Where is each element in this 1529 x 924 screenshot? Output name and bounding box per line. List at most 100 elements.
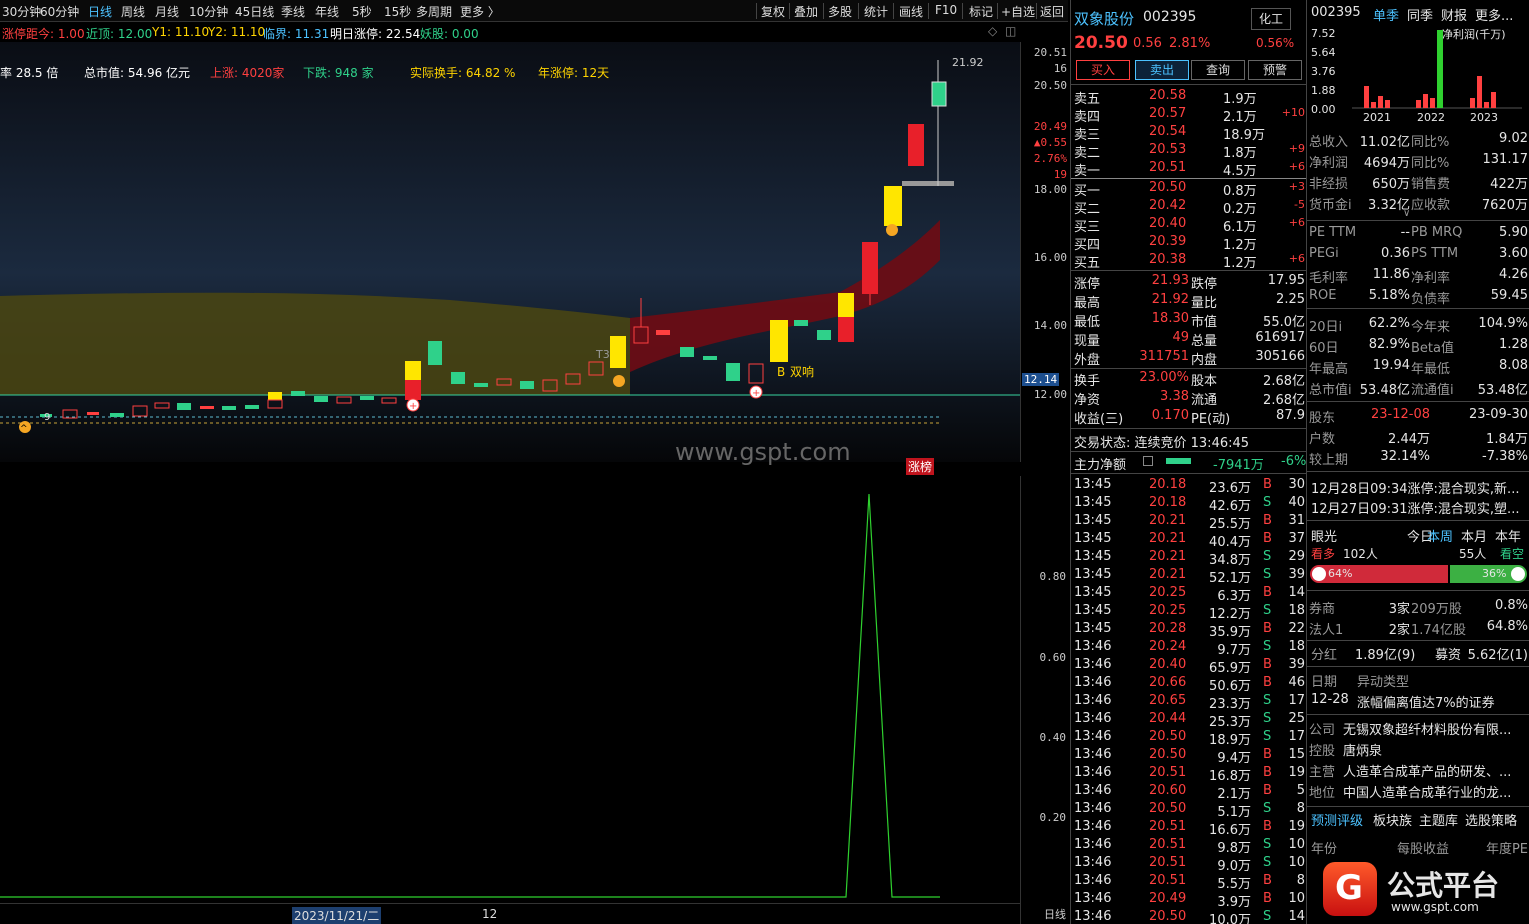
period-weekly[interactable]: 周线 <box>121 3 145 20</box>
tick-time: 13:45 <box>1074 567 1112 582</box>
overlay-button[interactable]: 叠加 <box>794 3 818 20</box>
tick-price: 20.51 <box>1149 765 1187 780</box>
tick-side: B <box>1263 765 1272 780</box>
limit-list-tag[interactable]: 涨榜 <box>906 458 935 475</box>
buy-button[interactable]: 买入 <box>1076 60 1130 80</box>
stat-label: 收益(三) <box>1074 412 1124 427</box>
book-row[interactable]: 买三 20.40 6.1万 +6 <box>1071 216 1307 235</box>
alert-button[interactable]: 预警 <box>1248 60 1302 80</box>
info-value: 1.28 <box>1499 337 1528 352</box>
info-row: 60日 82.9% Beta值 1.28 <box>1307 337 1529 357</box>
period-multi[interactable]: 多周期 <box>416 3 452 20</box>
news-item[interactable]: 12月27日09:31涨停:混合现实,塑... <box>1311 498 1519 517</box>
add-watchlist-button[interactable]: +自选 <box>1001 3 1035 20</box>
tick-count: 25 <box>1288 711 1305 726</box>
book-row[interactable]: 卖三 20.54 18.9万 <box>1071 124 1307 143</box>
panel-toggle-icon[interactable]: ◫ <box>1005 24 1016 38</box>
site-logo: G 公式平台 www.gspt.com <box>1319 858 1529 922</box>
tab-report[interactable]: 财报 <box>1441 5 1467 24</box>
company-row[interactable]: 主营 人造革合成革产品的研发、... <box>1307 761 1529 781</box>
query-button[interactable]: 查询 <box>1191 60 1245 80</box>
thumbs-up-icon[interactable] <box>1312 567 1326 581</box>
book-row[interactable]: 买一 20.50 0.8万 +3 <box>1071 180 1307 199</box>
info-label: 毛利率 <box>1309 271 1349 286</box>
book-row[interactable]: 卖五 20.58 1.9万 <box>1071 88 1307 107</box>
vision-year[interactable]: 本年 <box>1495 526 1521 545</box>
book-row[interactable]: 卖四 20.57 2.1万 +10 <box>1071 106 1307 125</box>
vision-month[interactable]: 本月 <box>1461 526 1487 545</box>
book-row[interactable]: 卖一 20.51 4.5万 +6 <box>1071 160 1307 179</box>
stat-row: 净资 3.38 流通 2.68亿 <box>1071 389 1307 408</box>
book-row[interactable]: 卖二 20.53 1.8万 +9 <box>1071 142 1307 161</box>
period-5sec[interactable]: 5秒 <box>352 3 372 20</box>
price-change: 0.56 <box>1133 36 1162 51</box>
tick-count: 8 <box>1296 801 1305 816</box>
tab-more[interactable]: 更多... <box>1475 5 1513 24</box>
tab-same-quarter[interactable]: 同季 <box>1407 5 1433 24</box>
multi-stock-button[interactable]: 多股 <box>828 3 852 20</box>
sector-tag[interactable]: 化工 <box>1251 8 1291 30</box>
book-row[interactable]: 买二 20.42 0.2万 -5 <box>1071 198 1307 217</box>
tick-time: 13:46 <box>1074 747 1112 762</box>
flow-settings-icon[interactable] <box>1143 456 1153 466</box>
tick-row: 13:46 20.51 9.0万 S 10 <box>1071 855 1307 874</box>
info-value: 64.8% <box>1486 619 1528 634</box>
tick-row: 13:45 20.18 23.6万 B 30 <box>1071 477 1307 496</box>
stat-value: 616917 <box>1255 330 1305 345</box>
last-price-tag: 12.14 <box>1022 373 1060 386</box>
expand-icon[interactable]: ∨ <box>1403 208 1410 219</box>
bear-count: 55人 <box>1459 547 1487 561</box>
tick-row: 13:45 20.18 42.6万 S 40 <box>1071 495 1307 514</box>
restore-rights-button[interactable]: 复权 <box>761 3 785 20</box>
stats-button[interactable]: 统计 <box>864 3 888 20</box>
logo-icon: G <box>1323 862 1377 916</box>
tick-volume: 42.6万 <box>1209 499 1251 514</box>
mark-button[interactable]: 标记 <box>969 3 993 20</box>
tab-single-quarter[interactable]: 单季 <box>1373 5 1399 24</box>
back-button[interactable]: 返回 <box>1040 3 1064 20</box>
period-15sec[interactable]: 15秒 <box>384 3 411 20</box>
period-45day[interactable]: 45日线 <box>235 3 274 20</box>
more-periods-button[interactable]: 更多 〉 <box>460 3 500 20</box>
tab-forecast[interactable]: 预测评级 <box>1311 810 1363 829</box>
info-label: 非经损 <box>1309 177 1349 192</box>
info-value: 0.8% <box>1494 598 1528 613</box>
tick-time: 13:46 <box>1074 801 1112 816</box>
info-value: 104.9% <box>1478 316 1528 331</box>
company-row[interactable]: 控股 唐炳泉 <box>1307 740 1529 760</box>
tick-volume: 18.9万 <box>1209 733 1251 748</box>
period-daily[interactable]: 日线 <box>88 3 112 20</box>
tab-theme-lib[interactable]: 主题库 <box>1419 810 1458 829</box>
diamond-icon[interactable]: ◇ <box>988 24 997 38</box>
news-item[interactable]: 12月28日09:34涨停:混合现实,新... <box>1311 478 1519 497</box>
tick-volume: 12.2万 <box>1209 607 1251 622</box>
thumbs-down-icon[interactable] <box>1511 567 1525 581</box>
company-row[interactable]: 公司 无锡双象超纤材料股份有限... <box>1307 719 1529 739</box>
book-row[interactable]: 买四 20.39 1.2万 <box>1071 234 1307 253</box>
book-row[interactable]: 买五 20.38 1.2万 +6 <box>1071 252 1307 271</box>
tab-strategy[interactable]: 选股策略 <box>1465 810 1517 829</box>
period-10min[interactable]: 10分钟 <box>189 3 228 20</box>
stat-value: 21.93 <box>1151 273 1189 288</box>
indicator-chart[interactable] <box>0 476 1020 901</box>
draw-line-button[interactable]: 画线 <box>899 3 923 20</box>
event-row[interactable]: 12-28 涨幅偏离值达7%的证券 <box>1307 692 1529 712</box>
candlestick-svg: ^ + + <box>0 60 1020 434</box>
period-30min[interactable]: 30分钟 <box>2 3 41 20</box>
sell-button[interactable]: 卖出 <box>1135 60 1189 80</box>
tick-price: 20.50 <box>1149 747 1187 762</box>
tick-count: 37 <box>1288 531 1305 546</box>
price-chart[interactable]: ^ + + 21.92 T3 B 双响 9 www.gspt.com 涨榜 <box>0 42 1020 475</box>
company-label: 控股 <box>1309 744 1336 759</box>
period-monthly[interactable]: 月线 <box>155 3 179 20</box>
period-quarter[interactable]: 季线 <box>281 3 305 20</box>
company-row[interactable]: 地位 中国人造革合成革行业的龙... <box>1307 782 1529 802</box>
f10-button[interactable]: F10 <box>935 3 957 17</box>
period-60min[interactable]: 60分钟 <box>40 3 79 20</box>
tick-side: B <box>1263 621 1272 636</box>
near-top: 近顶: 12.00 <box>86 27 153 41</box>
tick-count: 40 <box>1288 495 1305 510</box>
tab-sector-family[interactable]: 板块族 <box>1373 810 1412 829</box>
period-year[interactable]: 年线 <box>315 3 339 20</box>
vision-week[interactable]: 本周 <box>1427 526 1453 545</box>
